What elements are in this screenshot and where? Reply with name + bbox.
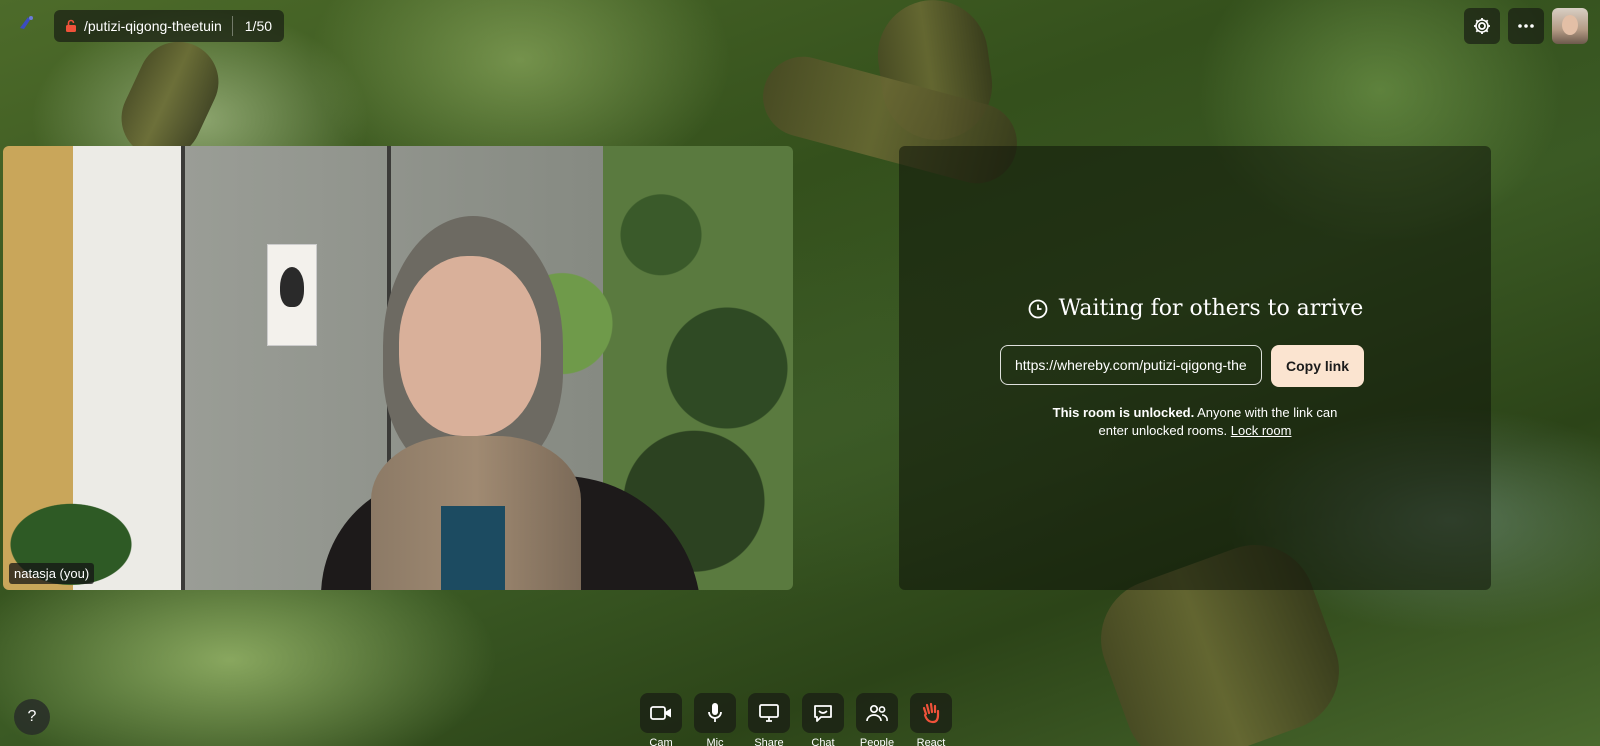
raise-hand-icon — [922, 702, 940, 724]
react-label: React — [916, 737, 946, 746]
help-button[interactable]: ? — [14, 699, 50, 735]
copy-link-button[interactable]: Copy link — [1271, 345, 1364, 387]
video-pole — [181, 146, 185, 590]
camera-icon — [650, 706, 671, 720]
more-options-button[interactable] — [1508, 8, 1544, 44]
people-button[interactable]: People — [856, 693, 898, 746]
room-info-pill[interactable]: /putizi-qigong-theetuin 1/50 — [54, 10, 285, 42]
microphone-label: Mic — [706, 737, 724, 746]
camera-button[interactable]: Cam — [640, 693, 682, 746]
person-face — [399, 256, 541, 436]
chat-label: Chat — [811, 737, 835, 746]
waiting-title: Waiting for others to arrive — [899, 296, 1491, 321]
user-avatar[interactable] — [1552, 8, 1588, 44]
unlocked-status: This room is unlocked. — [1052, 405, 1195, 420]
room-link-row: Copy link — [1000, 345, 1364, 387]
room-name: /putizi-qigong-theetuin — [84, 18, 222, 34]
person-shirt — [441, 506, 505, 590]
microphone-icon — [708, 703, 722, 722]
gear-icon — [1474, 18, 1490, 34]
top-right-actions — [1464, 8, 1588, 44]
waiting-title-text: Waiting for others to arrive — [1058, 296, 1364, 321]
meeting-room: /putizi-qigong-theetuin 1/50 natasja (yo… — [0, 0, 1600, 746]
raise-hand-button[interactable]: React — [910, 693, 952, 746]
chat-button[interactable]: Chat — [802, 693, 844, 746]
room-link-input[interactable] — [1000, 345, 1262, 385]
room-unlocked-notice: This room is unlocked. Anyone with the l… — [899, 404, 1491, 440]
people-icon — [866, 704, 888, 722]
lock-room-link[interactable]: Lock room — [1231, 423, 1292, 438]
bottom-controls: Cam Mic Share Chat People React — [640, 693, 952, 746]
unlocked-lock-icon — [64, 19, 78, 33]
whereby-logo-icon — [16, 12, 38, 34]
video-scroll-art — [267, 244, 317, 346]
chat-icon — [814, 705, 832, 722]
microphone-button[interactable]: Mic — [694, 693, 736, 746]
self-video-tile: natasja (you) — [3, 146, 793, 590]
video-person — [321, 216, 701, 590]
waiting-panel: Waiting for others to arrive Copy link T… — [899, 146, 1491, 590]
camera-label: Cam — [649, 737, 673, 746]
participant-count: 1/50 — [244, 18, 273, 34]
clock-icon — [1027, 298, 1049, 320]
screen-share-icon — [759, 704, 779, 722]
participant-name-label: natasja (you) — [9, 563, 95, 584]
unlocked-desc-1: Anyone with the link can — [1194, 405, 1338, 420]
people-label: People — [859, 737, 895, 746]
top-bar: /putizi-qigong-theetuin 1/50 — [12, 8, 1588, 44]
settings-button[interactable] — [1464, 8, 1500, 44]
more-dots-icon — [1518, 24, 1534, 28]
screen-share-button[interactable]: Share — [748, 693, 790, 746]
unlocked-desc-2: enter unlocked rooms. — [1098, 423, 1231, 438]
screen-share-label: Share — [754, 737, 784, 746]
